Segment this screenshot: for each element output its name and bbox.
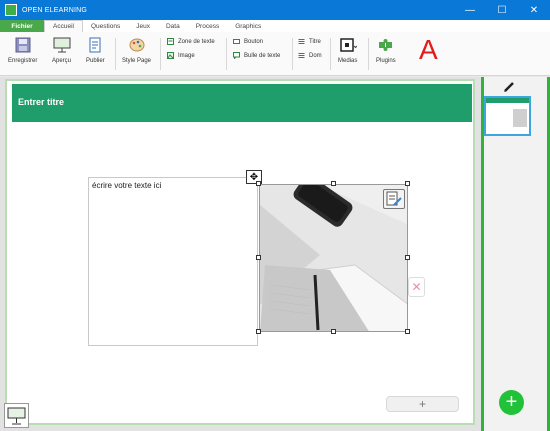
ribbon-separator	[330, 38, 331, 70]
button-icon	[233, 39, 240, 44]
preview-icon	[53, 37, 70, 53]
thumbnail-header	[486, 98, 529, 103]
edit-badge-icon[interactable]	[383, 189, 405, 209]
ribbon-separator	[226, 38, 227, 70]
plugin-icon	[378, 39, 392, 51]
slide-divider	[12, 120, 472, 122]
plugins-button[interactable]: Plugins	[376, 32, 396, 64]
resize-handle[interactable]	[405, 329, 410, 334]
style-page-button[interactable]: Style Page	[122, 32, 151, 64]
dom-icon	[298, 53, 305, 58]
ribbon-separator	[292, 38, 293, 70]
text-block[interactable]: écrire votre texte ici	[88, 177, 258, 346]
tab-jeux[interactable]: Jeux	[128, 20, 158, 32]
thumbnail-image	[513, 109, 527, 127]
text-bubble-button[interactable]: Bulle de texte	[233, 52, 280, 59]
medias-button[interactable]: Medias	[338, 32, 357, 64]
text-bubble-label: Bulle de texte	[244, 52, 281, 59]
add-slide-button[interactable]: +	[499, 390, 524, 415]
bouton-label: Bouton	[244, 38, 264, 45]
tab-process[interactable]: Process	[188, 20, 227, 32]
menu-bar: Fichier Accueil Questions Jeux Data Proc…	[0, 20, 550, 32]
resize-handle[interactable]	[256, 255, 261, 260]
resize-handle[interactable]	[331, 329, 336, 334]
image-icon	[167, 52, 174, 59]
add-block-button[interactable]: +	[386, 396, 459, 412]
titre-button[interactable]: Titre	[298, 38, 321, 45]
edit-pencil-icon	[386, 191, 402, 206]
text-zone-button[interactable]: Zone de texte	[167, 38, 215, 45]
publish-icon	[89, 37, 101, 53]
dom-label: Dom	[309, 52, 322, 59]
slide-thumbnail[interactable]	[484, 96, 531, 136]
ribbon-separator	[115, 38, 116, 70]
publish-label: Publier	[86, 58, 105, 64]
slide-title-input[interactable]: Entrer titre	[12, 84, 472, 120]
bubble-icon	[233, 52, 240, 59]
ribbon-separator	[368, 38, 369, 70]
annotation-a: A	[419, 34, 438, 65]
image-button[interactable]: Image	[167, 52, 195, 59]
medias-label: Medias	[338, 58, 358, 64]
publish-button[interactable]: Publier	[86, 32, 105, 64]
app-title: OPEN ELEARNING	[22, 6, 88, 14]
titre-label: Titre	[309, 38, 321, 45]
text-zone-icon	[167, 38, 174, 45]
resize-handle[interactable]	[256, 181, 261, 186]
save-button[interactable]: Enregistrer	[8, 32, 37, 64]
palette-icon	[129, 38, 145, 52]
text-zone-label: Zone de texte	[178, 38, 215, 45]
resize-handle[interactable]	[405, 181, 410, 186]
presentation-icon[interactable]	[4, 403, 29, 428]
bouton-button[interactable]: Bouton	[233, 38, 263, 45]
preview-label: Aperçu	[52, 58, 72, 64]
save-label: Enregistrer	[8, 58, 38, 64]
dom-button[interactable]: Dom	[298, 52, 322, 59]
tab-fichier[interactable]: Fichier	[0, 20, 44, 32]
preview-button[interactable]: Aperçu	[52, 32, 71, 64]
close-icon[interactable]: ✕	[408, 277, 425, 297]
style-page-label: Style Page	[122, 58, 152, 64]
tab-graphics[interactable]: Graphics	[227, 20, 269, 32]
tab-data[interactable]: Data	[158, 20, 188, 32]
title-icon	[298, 39, 305, 44]
minimize-button[interactable]: —	[454, 0, 486, 20]
app-logo-icon	[5, 4, 17, 16]
ribbon-toolbar: Enregistrer Aperçu Publier Style Page Zo…	[0, 32, 550, 76]
close-window-button[interactable]: ✕	[518, 0, 550, 20]
maximize-button[interactable]: ☐	[486, 0, 518, 20]
title-bar: OPEN ELEARNING — ☐ ✕	[0, 0, 550, 20]
media-icon	[339, 38, 357, 52]
pencil-icon[interactable]	[502, 81, 516, 93]
image-label: Image	[178, 52, 195, 59]
resize-handle[interactable]	[256, 329, 261, 334]
resize-handle[interactable]	[405, 255, 410, 260]
resize-handle[interactable]	[331, 181, 336, 186]
tab-accueil[interactable]: Accueil	[44, 20, 83, 32]
tab-questions[interactable]: Questions	[83, 20, 128, 32]
presentation-board-icon	[7, 407, 26, 425]
save-icon	[15, 37, 31, 53]
ribbon-separator	[160, 38, 161, 70]
plugins-label: Plugins	[376, 58, 396, 64]
